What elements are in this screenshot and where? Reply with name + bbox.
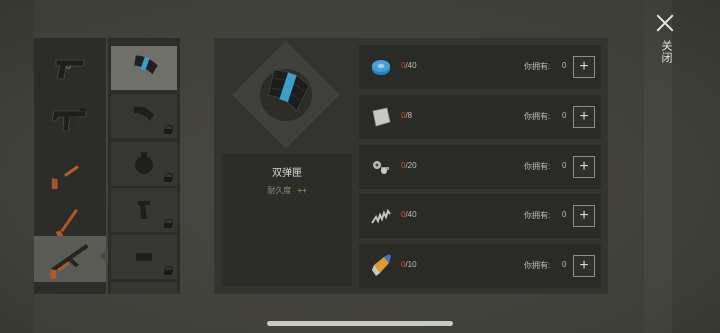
- item-name: 双弹匣: [272, 168, 302, 179]
- spring-icon: [367, 202, 395, 230]
- nuts-bolts-icon: [367, 153, 395, 181]
- owned-value: 0: [562, 161, 567, 170]
- add-material-button[interactable]: +: [573, 56, 595, 78]
- material-row-metal-sheet: 0/8 你拥有: 0 +: [359, 95, 601, 139]
- double-magazine-icon: [134, 55, 158, 75]
- part-slot-curved-magazine[interactable]: [111, 94, 177, 138]
- material-count: 0/40: [401, 210, 417, 219]
- weapon-slot-rifle[interactable]: [34, 192, 106, 238]
- owned-label: 你拥有:: [524, 62, 551, 71]
- part-slot-muzzle[interactable]: [111, 235, 177, 279]
- add-material-button[interactable]: +: [573, 156, 595, 178]
- ak-rifle-icon: [50, 243, 89, 279]
- material-row-tape: 0/40 你拥有: 0 +: [359, 45, 601, 89]
- material-count: 0/10: [401, 260, 417, 269]
- rifle-icon: [55, 195, 84, 237]
- part-slot-double-magazine[interactable]: [111, 46, 177, 90]
- weapon-slot-shotgun[interactable]: [34, 146, 106, 192]
- material-row-nuts-bolts: 0/20 你拥有: 0 +: [359, 145, 601, 189]
- plus-icon: +: [579, 58, 589, 75]
- tape-icon: [367, 53, 395, 81]
- durability-line: 耐久度 ++: [222, 185, 352, 196]
- close-button[interactable]: 关闭: [654, 14, 676, 74]
- weapon-slot-ak-rifle[interactable]: [34, 236, 106, 282]
- glue-icon: [367, 252, 395, 280]
- plus-icon: +: [579, 108, 589, 125]
- weapon-slot-sniper[interactable]: [34, 282, 106, 294]
- part-slot-grip[interactable]: [111, 188, 177, 232]
- curved-magazine-icon: [134, 106, 154, 121]
- material-count: 0/40: [401, 61, 417, 70]
- add-material-button[interactable]: +: [573, 255, 595, 277]
- owned-value: 0: [562, 260, 567, 269]
- owned-value: 0: [562, 111, 567, 120]
- lock-icon: [164, 125, 173, 134]
- drum-magazine-icon: [135, 152, 153, 174]
- weapon-list[interactable]: [34, 38, 106, 294]
- owned-value: 0: [562, 210, 567, 219]
- lock-icon: [164, 219, 173, 228]
- owned-label: 你拥有:: [524, 112, 551, 121]
- lock-icon: [164, 173, 173, 182]
- owned-value: 0: [562, 61, 567, 70]
- add-material-button[interactable]: +: [573, 205, 595, 227]
- part-slot-scope[interactable]: [111, 282, 177, 294]
- part-list[interactable]: [108, 38, 180, 294]
- close-label: 关闭: [660, 40, 672, 64]
- owned-label: 你拥有:: [524, 162, 551, 171]
- grip-icon: [138, 201, 150, 219]
- close-icon: [656, 14, 674, 32]
- weapon-slot-smg[interactable]: [34, 96, 106, 142]
- owned-label: 你拥有:: [524, 261, 551, 270]
- material-count: 0/8: [401, 111, 413, 120]
- material-row-spring: 0/40 你拥有: 0 +: [359, 194, 601, 238]
- pistol-icon: [55, 59, 85, 80]
- plus-icon: +: [579, 207, 589, 224]
- weapon-slot-pistol[interactable]: [34, 46, 106, 92]
- item-info-card: 双弹匣 耐久度 ++: [222, 154, 352, 286]
- material-count: 0/20: [401, 161, 417, 170]
- home-indicator[interactable]: [267, 321, 453, 326]
- part-slot-drum-magazine[interactable]: [111, 142, 177, 186]
- right-dim-edge: [672, 0, 720, 333]
- muzzle-icon: [136, 253, 152, 261]
- smg-icon: [51, 108, 87, 132]
- shotgun-icon: [51, 155, 87, 189]
- add-material-button[interactable]: +: [573, 106, 595, 128]
- material-row-glue: 0/10 你拥有: 0 +: [359, 244, 601, 288]
- durability-label: 耐久度: [267, 186, 292, 195]
- owned-label: 你拥有:: [524, 211, 551, 220]
- double-magazine-icon: [267, 69, 310, 112]
- metal-sheet-icon: [367, 103, 395, 131]
- left-dim-edge: [0, 0, 34, 333]
- plus-icon: +: [579, 158, 589, 175]
- plus-icon: +: [579, 257, 589, 274]
- item-preview: [222, 41, 350, 152]
- active-weapon-pointer: [100, 248, 108, 264]
- durability-value: ++: [297, 186, 307, 195]
- lock-icon: [164, 266, 173, 275]
